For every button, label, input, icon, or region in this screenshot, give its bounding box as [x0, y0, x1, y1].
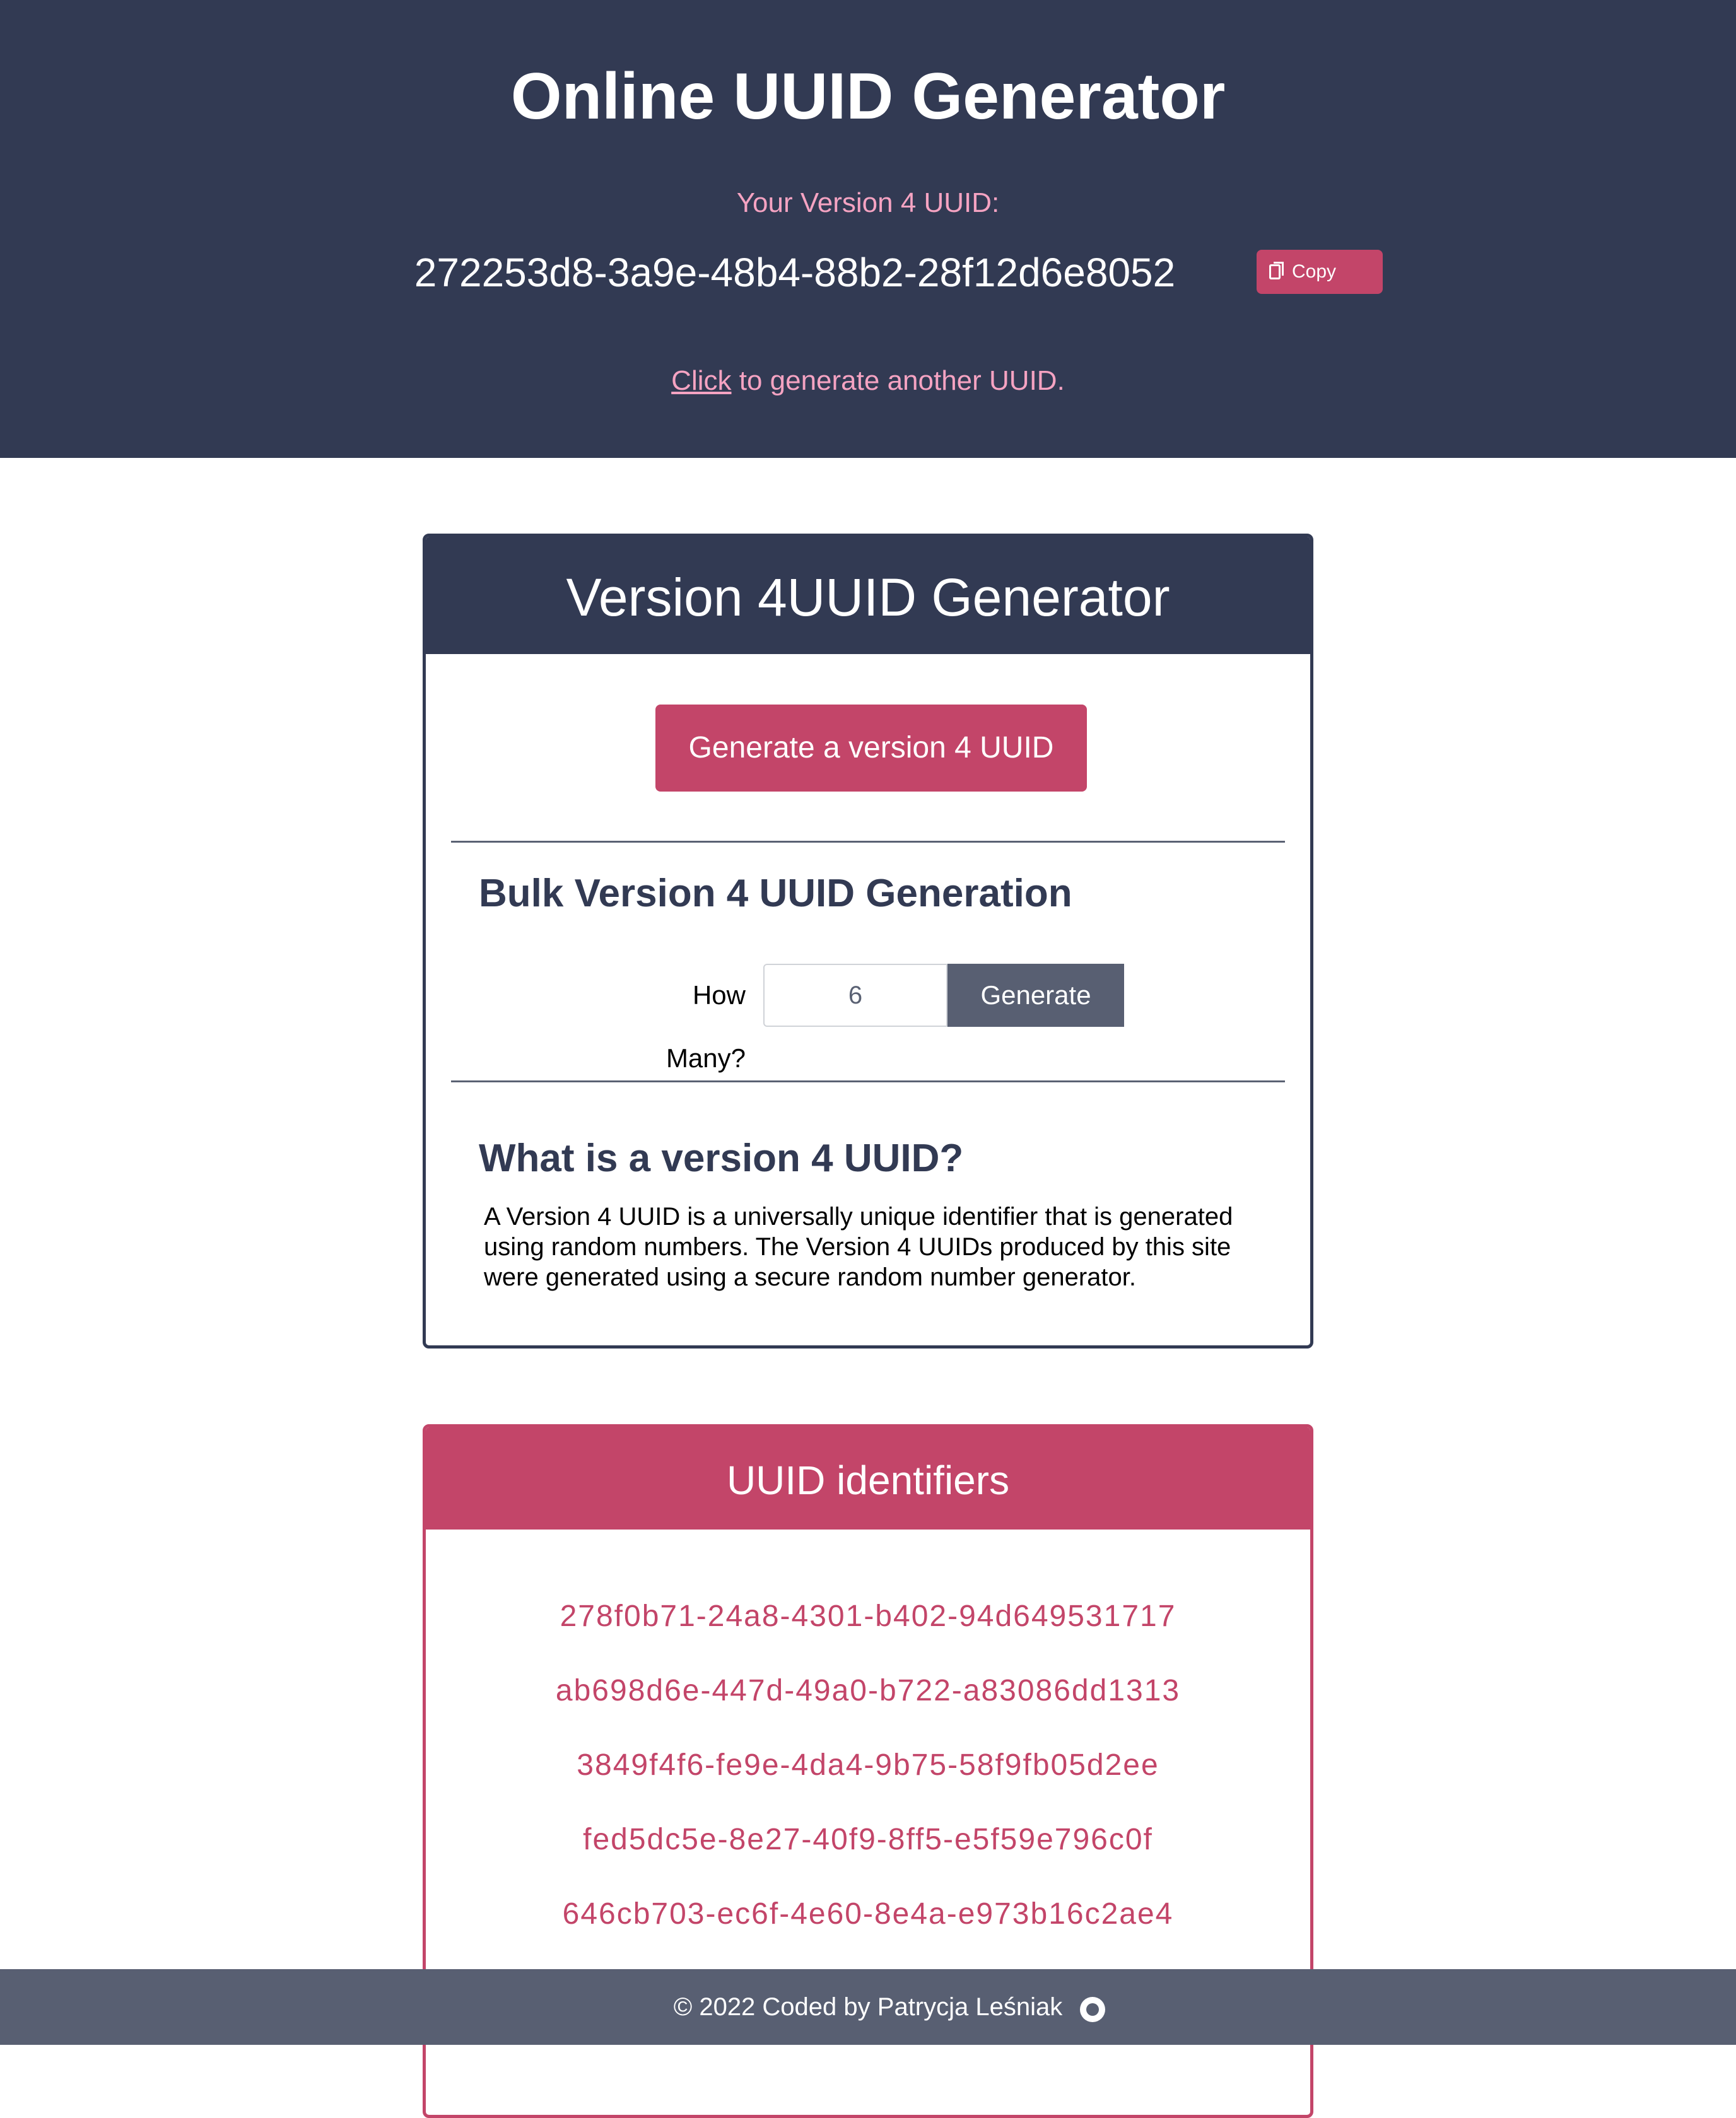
generator-card: Version 4UUID Generator Generate a versi…: [423, 534, 1313, 1349]
identifiers-card-header: UUID identifiers: [426, 1427, 1310, 1530]
uuid-list-item: 278f0b71-24a8-4301-b402-94d649531717: [560, 1600, 1176, 1633]
copy-icon: [1269, 262, 1284, 279]
about-description: A Version 4 UUID is a universally unique…: [484, 1202, 1266, 1292]
uuid-list-item: ab698d6e-447d-49a0-b722-a83086dd1313: [555, 1674, 1181, 1707]
footer: © 2022 Coded by Patrycja Leśniak: [0, 1969, 1736, 2045]
identifiers-card-title: UUID identifiers: [726, 1458, 1010, 1503]
copy-label: Copy: [1292, 261, 1337, 282]
generator-card-title: Version 4UUID Generator: [566, 568, 1170, 627]
generate-uuid-button[interactable]: Generate a version 4 UUID: [655, 705, 1087, 792]
uuid-subtitle: Your Version 4 UUID:: [736, 187, 1000, 218]
uuid-list-item: 3849f4f6-fe9e-4da4-9b75-58f9fb05d2ee: [577, 1748, 1159, 1782]
footer-credit: © 2022 Coded by Patrycja Leśniak: [673, 1993, 1063, 2021]
divider: [451, 1080, 1285, 1082]
hero-header: Online UUID Generator Your Version 4 UUI…: [0, 0, 1736, 458]
uuid-list-item: 646cb703-ec6f-4e60-8e4a-e973b16c2ae4: [562, 1897, 1174, 1931]
about-section-title: What is a version 4 UUID?: [479, 1137, 964, 1180]
page-title: Online UUID Generator: [510, 60, 1226, 133]
about-line: using random numbers. The Version 4 UUID…: [484, 1233, 1231, 1261]
bulk-section-title: Bulk Version 4 UUID Generation: [479, 872, 1072, 915]
how-many-input[interactable]: 6: [763, 964, 947, 1027]
about-line: A Version 4 UUID is a universally unique…: [484, 1203, 1233, 1231]
about-line: were generated using a secure random num…: [484, 1263, 1136, 1291]
generator-card-header: Version 4UUID Generator: [426, 537, 1310, 654]
uuid-list-item: fed5dc5e-8e27-40f9-8ff5-e5f59e796c0f: [583, 1823, 1153, 1856]
how-many-label: How Many?: [666, 980, 746, 1073]
current-uuid: 272253d8-3a9e-48b4-88b2-28f12d6e8052: [414, 250, 1176, 295]
regenerate-text: Click to generate another UUID.: [0, 363, 1736, 399]
copy-button[interactable]: Copy: [1257, 250, 1383, 294]
regenerate-suffix: to generate another UUID.: [731, 365, 1065, 396]
github-icon[interactable]: [1080, 1997, 1105, 2022]
divider: [451, 841, 1285, 843]
bulk-generate-button[interactable]: Generate: [947, 964, 1124, 1027]
regenerate-link[interactable]: Click: [671, 365, 731, 396]
